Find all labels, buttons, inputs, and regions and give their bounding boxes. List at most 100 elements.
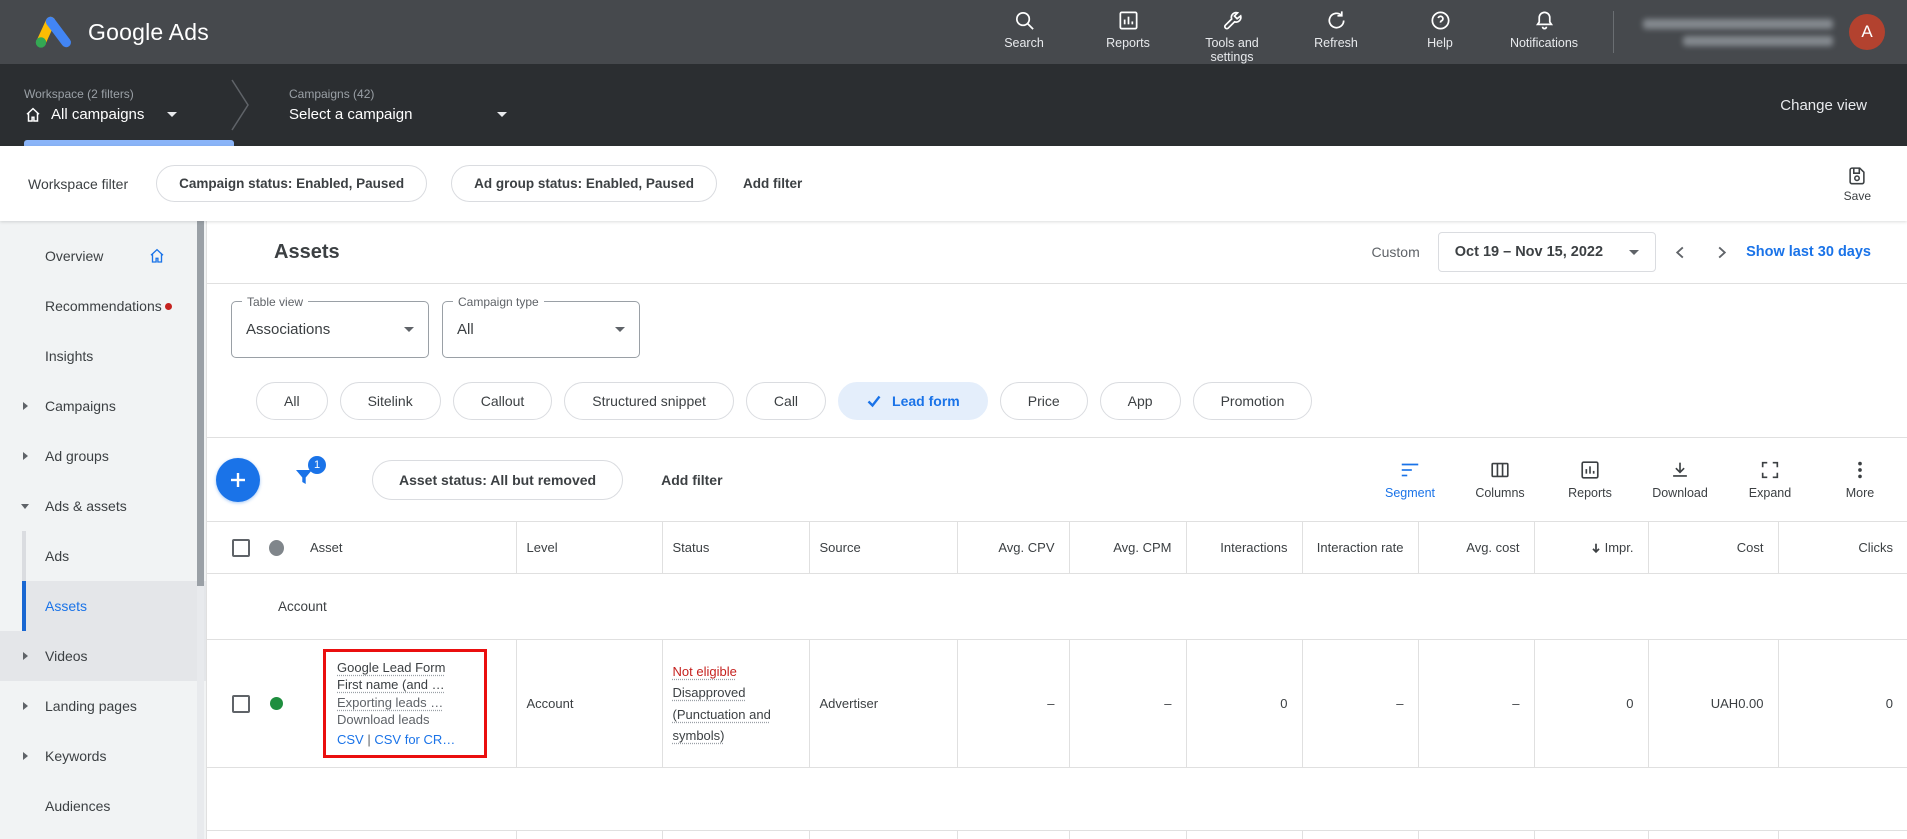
- column-header-avg-cost[interactable]: Avg. cost: [1418, 522, 1534, 574]
- asset-type-chip-callout[interactable]: Callout: [453, 382, 553, 420]
- download-button[interactable]: Download: [1643, 459, 1717, 500]
- refresh-button[interactable]: Refresh: [1299, 0, 1373, 50]
- columns-button[interactable]: Columns: [1463, 459, 1537, 500]
- reports-download-button[interactable]: Reports: [1553, 459, 1627, 500]
- notifications-icon: [1533, 9, 1556, 32]
- sidebar-item-keywords[interactable]: Keywords: [0, 731, 206, 781]
- date-mode-label: Custom: [1372, 244, 1420, 260]
- brand-name: Google Ads: [88, 19, 209, 46]
- column-header-clicks[interactable]: Clicks: [1778, 522, 1907, 574]
- previous-period-button[interactable]: [1674, 246, 1687, 259]
- column-header-cost[interactable]: Cost: [1648, 522, 1778, 574]
- csv-download-link[interactable]: CSV: [337, 732, 364, 747]
- asset-cell: Google Lead Form First name (and … Expor…: [300, 640, 516, 768]
- change-view-button[interactable]: Change view: [1780, 97, 1907, 114]
- asset-type-chip-price[interactable]: Price: [1000, 382, 1088, 420]
- table-add-filter-button[interactable]: Add filter: [661, 472, 722, 488]
- column-header-source[interactable]: Source: [809, 522, 957, 574]
- chart-icon: [1579, 459, 1601, 481]
- asset-type-chip-call[interactable]: Call: [746, 382, 826, 420]
- date-range-picker[interactable]: Oct 19 – Nov 15, 2022: [1438, 232, 1656, 272]
- column-header-status[interactable]: Status: [662, 522, 809, 574]
- column-header-avg-cpm[interactable]: Avg. CPM: [1069, 522, 1186, 574]
- avg-cpv-cell: –: [957, 640, 1069, 768]
- filter-funnel-button[interactable]: 1: [292, 465, 316, 494]
- asset-type-chip-structured-snippet[interactable]: Structured snippet: [564, 382, 734, 420]
- column-header-avg-cpv[interactable]: Avg. CPV: [957, 522, 1069, 574]
- workspace-selector[interactable]: Workspace (2 filters) All campaigns: [0, 64, 215, 146]
- sidebar-item-ads[interactable]: Ads: [0, 531, 206, 581]
- asset-type-chip-lead-form[interactable]: Lead form: [838, 382, 988, 420]
- campaign-type-select[interactable]: Campaign type All: [442, 301, 640, 358]
- notifications-button[interactable]: Notifications: [1507, 0, 1581, 50]
- show-last-30-days-link[interactable]: Show last 30 days: [1746, 244, 1871, 260]
- reports-icon: [1117, 9, 1140, 32]
- table-header-row: Asset Level Status Source Avg. CPV Avg. …: [207, 522, 1907, 574]
- row-checkbox[interactable]: [232, 695, 250, 713]
- notification-dot: [165, 303, 172, 310]
- csv-for-crm-download-link[interactable]: CSV for CR…: [374, 732, 455, 747]
- expand-icon: [1759, 459, 1781, 481]
- table-view-select[interactable]: Table view Associations: [231, 301, 429, 358]
- asset-type-chip-sitelink[interactable]: Sitelink: [340, 382, 441, 420]
- sidebar-item-videos[interactable]: Videos: [0, 631, 206, 681]
- expand-button[interactable]: Expand: [1733, 459, 1807, 500]
- status-dot-column-icon: [269, 540, 284, 556]
- sidebar-item-audiences[interactable]: Audiences: [0, 781, 206, 831]
- view-controls: Table view Associations Campaign type Al…: [207, 284, 1907, 437]
- sidebar-item-ads-and-assets[interactable]: Ads & assets: [0, 481, 206, 531]
- google-ads-app: Google Ads Search Reports Tools and sett…: [0, 0, 1907, 839]
- section-label: Account: [207, 574, 1907, 640]
- tools-and-settings-button[interactable]: Tools and settings: [1195, 0, 1269, 64]
- collapse-arrow-icon: [21, 504, 29, 509]
- tree-rail: [22, 531, 26, 581]
- search-button[interactable]: Search: [987, 0, 1061, 50]
- sidebar-item-insights[interactable]: Insights: [0, 331, 206, 381]
- chevron-down-icon: [615, 327, 625, 332]
- column-header-impr-sorted[interactable]: Impr.: [1534, 522, 1648, 574]
- disapproved-reason[interactable]: Disapproved (Punctuation and symbols): [673, 682, 799, 747]
- column-header-interactions[interactable]: Interactions: [1186, 522, 1302, 574]
- asset-export-link[interactable]: Exporting leads …: [337, 694, 478, 712]
- column-header-interaction-rate[interactable]: Interaction rate: [1302, 522, 1418, 574]
- asset-status-filter-chip[interactable]: Asset status: All but removed: [372, 460, 623, 500]
- asset-field-link[interactable]: First name (and …: [337, 676, 478, 694]
- scrollbar-thumb[interactable]: [197, 221, 204, 586]
- next-period-button[interactable]: [1715, 246, 1728, 259]
- reports-button[interactable]: Reports: [1091, 0, 1165, 50]
- not-eligible-status[interactable]: Not eligible: [673, 661, 799, 683]
- more-button[interactable]: More: [1823, 459, 1897, 500]
- save-button[interactable]: Save: [1844, 164, 1885, 203]
- asset-type-chip-all[interactable]: All: [256, 382, 328, 420]
- sidebar-item-landing-pages[interactable]: Landing pages: [0, 681, 206, 731]
- campaigns-value: Select a campaign: [289, 106, 412, 123]
- sidebar-nav: Overview Recommendations Insights Campai…: [0, 221, 207, 839]
- segment-button[interactable]: Segment: [1373, 459, 1447, 500]
- assets-table-container: Asset Level Status Source Avg. CPV Avg. …: [207, 521, 1907, 839]
- workspace-value: All campaigns: [51, 106, 144, 123]
- column-header-asset[interactable]: Asset: [300, 522, 516, 574]
- campaign-selector[interactable]: Campaigns (42) Select a campaign: [265, 64, 517, 146]
- breadcrumb-chevron-icon: [229, 76, 251, 134]
- asset-type-chip-promotion[interactable]: Promotion: [1193, 382, 1313, 420]
- sidebar-item-ad-groups[interactable]: Ad groups: [0, 431, 206, 481]
- sidebar-item-recommendations[interactable]: Recommendations: [0, 281, 206, 331]
- select-all-checkbox[interactable]: [232, 539, 250, 557]
- column-header-level[interactable]: Level: [516, 522, 662, 574]
- asset-type-chip-app[interactable]: App: [1100, 382, 1181, 420]
- filter-count-badge: 1: [308, 456, 326, 474]
- campaign-status-filter-chip[interactable]: Campaign status: Enabled, Paused: [156, 165, 427, 202]
- sidebar-item-campaigns[interactable]: Campaigns: [0, 381, 206, 431]
- source-cell: Advertiser: [809, 640, 957, 768]
- asset-title-link[interactable]: Google Lead Form: [337, 659, 478, 677]
- help-button[interactable]: Help: [1403, 0, 1477, 50]
- avg-cpm-cell: –: [1069, 640, 1186, 768]
- google-ads-logo[interactable]: Google Ads: [34, 14, 209, 50]
- add-asset-button[interactable]: [216, 458, 260, 502]
- sidebar-item-assets[interactable]: Assets: [22, 581, 206, 631]
- sidebar-item-overview[interactable]: Overview: [0, 231, 206, 281]
- ad-group-status-filter-chip[interactable]: Ad group status: Enabled, Paused: [451, 165, 717, 202]
- sidebar-scrollbar[interactable]: [197, 221, 204, 839]
- add-filter-button[interactable]: Add filter: [743, 176, 802, 191]
- account-avatar[interactable]: A: [1849, 14, 1885, 50]
